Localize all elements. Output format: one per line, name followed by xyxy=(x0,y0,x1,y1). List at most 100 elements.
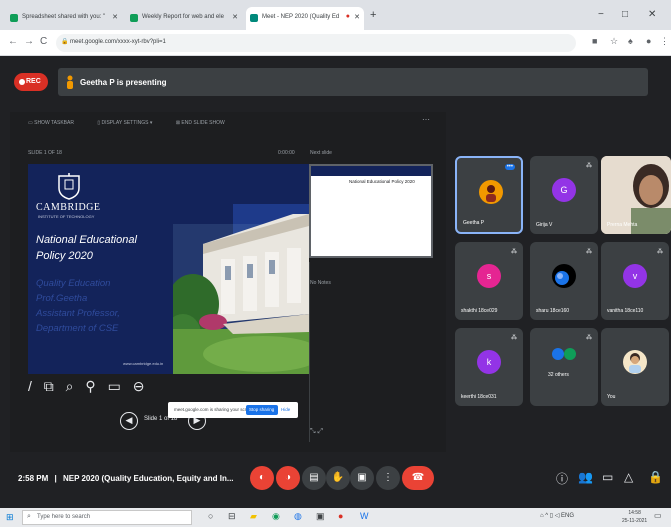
slide-timer: 0:00:00 xyxy=(278,150,295,156)
people-icon[interactable]: 👥 xyxy=(578,470,593,484)
participant-tile[interactable]: v ⁂ vanitha 18ce110 xyxy=(601,242,669,320)
back-button[interactable]: ← xyxy=(8,36,18,47)
widgets-icon[interactable]: ⊟ xyxy=(228,511,236,522)
slide-body: Quality Education Prof.Geetha Assistant … xyxy=(36,276,176,336)
address-input[interactable]: 🔒 meet.google.com/xxxx-xyt-rbv?pli=1 xyxy=(56,34,576,52)
slides-grid-icon[interactable]: ⧉ xyxy=(44,378,54,395)
hide-button[interactable]: Hide xyxy=(281,407,290,412)
windows-taskbar: ⊞ ⌕ Type here to search ○ ⊟ ▰ ◉ ◍ ▣ ● W … xyxy=(0,508,671,527)
display-settings-button[interactable]: ▯ DISPLAY SETTINGS ▾ xyxy=(97,120,152,126)
next-slide-preview[interactable]: National Educational Policy 2020 xyxy=(309,164,433,258)
participant-tile[interactable]: G ⁂ Girija V xyxy=(530,156,598,234)
address-text: meet.google.com/xxxx-xyt-rbv?pli=1 xyxy=(70,39,166,45)
participant-name: Girija V xyxy=(536,222,553,228)
person-presenting-icon xyxy=(67,75,73,89)
tab-spreadsheet[interactable]: Spreadsheet shared with you: " ✕ xyxy=(6,7,122,30)
chat-icon[interactable]: ▭ xyxy=(602,470,613,484)
word-icon[interactable]: W xyxy=(360,511,369,521)
screen-share-notification: meet.google.com is sharing your screen. … xyxy=(168,402,298,418)
stop-sharing-button[interactable]: Stop sharing xyxy=(246,405,278,415)
university-subtitle: INSTITUTE OF TECHNOLOGY xyxy=(38,214,95,219)
task-view-icon[interactable]: ○ xyxy=(208,511,213,521)
slide-body-line: Department of CSE xyxy=(36,323,119,334)
extensions-icon[interactable]: ♠ xyxy=(628,36,633,46)
file-explorer-icon[interactable]: ▰ xyxy=(250,511,257,522)
star-icon[interactable]: ☆ xyxy=(610,36,618,47)
present-button[interactable]: ▣ xyxy=(350,466,374,490)
menu-icon[interactable]: ⋮ xyxy=(660,36,669,47)
avatar: k xyxy=(477,350,501,374)
mic-muted-icon: ⁂ xyxy=(586,163,592,169)
mic-muted-icon: ⁂ xyxy=(586,249,592,255)
more-options-button[interactable]: ⋮ xyxy=(376,466,400,490)
meeting-title: NEP 2020 (Quality Education, Equity and … xyxy=(62,474,234,483)
participant-tile[interactable]: s ⁂ shakthi 18ce029 xyxy=(455,242,523,320)
camera-icon[interactable]: ■ xyxy=(592,36,597,46)
system-tray[interactable]: ⌂ ^ ▯ ◁ ENG xyxy=(540,512,574,519)
language-indicator: ENG xyxy=(561,513,575,519)
show-taskbar-button[interactable]: ▭ SHOW TASKBAR xyxy=(28,120,74,126)
app-icon[interactable]: ● xyxy=(338,511,343,521)
pen-icon[interactable]: / xyxy=(28,378,32,394)
activities-icon[interactable]: △ xyxy=(624,470,633,484)
participant-name: You xyxy=(607,394,616,400)
meet-icon xyxy=(250,14,258,22)
taskbar-search-input[interactable]: ⌕ Type here to search xyxy=(22,510,192,525)
reload-button[interactable]: C xyxy=(40,36,47,47)
meeting-time: 2:58 PM xyxy=(18,474,49,483)
meet-top-banner: REC Geetha P is presenting xyxy=(0,56,671,112)
slideshow-tools: / ⧉ ⌕ ⚲ ▭ ⊖ xyxy=(28,378,152,398)
close-tab-icon[interactable]: ✕ xyxy=(232,13,238,21)
presenting-text: Geetha P is presenting xyxy=(80,78,167,87)
participant-tile-self[interactable]: You xyxy=(601,328,669,406)
lock-icon[interactable]: 🔒 xyxy=(648,470,663,484)
close-window-button[interactable]: ✕ xyxy=(648,9,656,20)
end-slideshow-button[interactable]: ⊠ END SLIDE SHOW xyxy=(176,120,225,126)
info-icon[interactable]: ⓘ xyxy=(556,470,568,487)
leave-call-button[interactable]: ☎ xyxy=(402,466,434,490)
participant-tile[interactable]: ⁂ sharu 18ce160 xyxy=(530,242,598,320)
recording-dot-icon: ● xyxy=(345,13,350,20)
participant-name: Geetha P xyxy=(463,220,485,226)
others-tile[interactable]: ⁂ 32 others xyxy=(530,328,598,406)
tab-meet[interactable]: Meet - NEP 2020 (Quality Ed ● ✕ xyxy=(246,7,364,30)
previous-slide-button[interactable]: ◀ xyxy=(120,412,138,430)
store-icon[interactable]: ▣ xyxy=(316,511,325,522)
tab-title: Weekly Report for web and ele xyxy=(142,14,224,20)
forward-button[interactable]: → xyxy=(24,36,34,47)
tab-weekly-report[interactable]: Weekly Report for web and ele ✕ xyxy=(126,7,242,30)
new-tab-button[interactable]: + xyxy=(370,9,376,21)
participant-name: vanitha 18ce110 xyxy=(607,308,644,314)
presenting-banner: Geetha P is presenting xyxy=(58,68,648,96)
participant-tile[interactable]: ••• Geetha P xyxy=(455,156,523,234)
screen-icon[interactable]: ▭ xyxy=(108,378,121,395)
captions-button[interactable]: ▤ xyxy=(302,466,326,490)
windows-start-icon[interactable]: ⊞ xyxy=(6,512,14,523)
zoom-icon[interactable]: ⌕ xyxy=(66,378,74,395)
close-tab-icon[interactable]: ✕ xyxy=(354,13,360,21)
mic-off-button[interactable]: ◐ xyxy=(250,466,274,490)
mic-muted-icon: ⁂ xyxy=(657,249,663,255)
participant-tile[interactable]: k ⁂ keerthi 18ce031 xyxy=(455,328,523,406)
address-bar-row: ← → C 🔒 meet.google.com/xxxx-xyt-rbv?pli… xyxy=(0,30,671,56)
pointer-icon[interactable]: ⚲ xyxy=(85,378,95,395)
minimize-button[interactable]: − xyxy=(598,9,604,20)
camera-off-button[interactable]: ◑ xyxy=(276,466,300,490)
chrome-icon[interactable]: ◉ xyxy=(272,511,280,522)
presentation-zoom-controls[interactable]: ⤡ ⤢ xyxy=(310,428,323,436)
close-tab-icon[interactable]: ✕ xyxy=(112,13,118,21)
avatar: s xyxy=(477,264,501,288)
raise-hand-button[interactable]: ✋ xyxy=(326,466,350,490)
notes-label: No Notes xyxy=(310,280,331,286)
maximize-button[interactable]: □ xyxy=(622,9,628,20)
share-text: meet.google.com is sharing your screen. xyxy=(174,407,256,412)
clock-time: 14:58 xyxy=(628,510,641,516)
profile-icon[interactable]: ● xyxy=(646,36,651,46)
participant-tile[interactable]: Prerna Mehta xyxy=(601,156,671,234)
avatar xyxy=(552,264,576,288)
more-options-icon[interactable]: ⋯ xyxy=(422,115,430,124)
taskbar-clock[interactable]: 14:58 25-11-2021 xyxy=(622,509,647,525)
edge-icon[interactable]: ◍ xyxy=(294,511,302,522)
more-icon[interactable]: ⊖ xyxy=(133,378,145,395)
notifications-icon[interactable]: ▭ xyxy=(654,511,662,520)
